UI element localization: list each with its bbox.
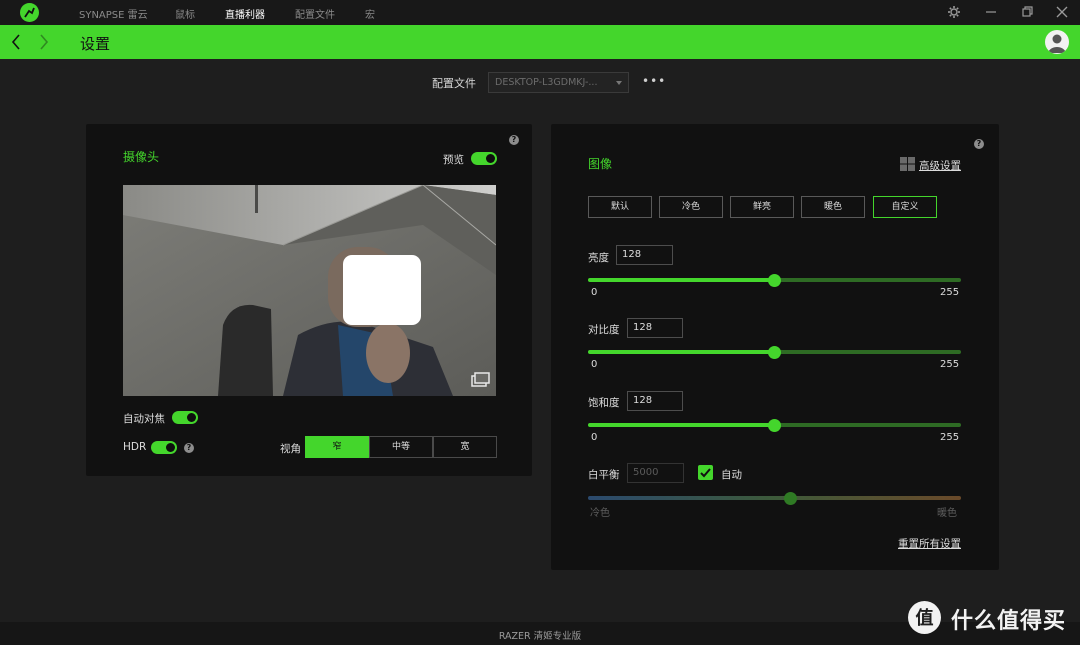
user-avatar-icon[interactable] (1045, 30, 1069, 54)
preset-cool[interactable]: 冷色 (659, 196, 723, 218)
autofocus-label: 自动对焦 (123, 413, 165, 425)
saturation-track[interactable] (774, 423, 961, 427)
white-balance-max: 暖色 (937, 508, 957, 519)
nav-tab-streaming[interactable]: 直播利器 (225, 6, 265, 21)
contrast-max: 255 (940, 359, 960, 370)
saturation-input[interactable]: 128 (627, 391, 683, 411)
razer-logo-icon (20, 3, 39, 22)
contrast-slider-thumb[interactable] (768, 346, 781, 359)
saturation-slider-thumb[interactable] (768, 419, 781, 432)
forward-arrow-icon[interactable] (38, 33, 50, 51)
saturation-label: 饱和度 (588, 397, 620, 409)
profile-dropdown[interactable]: DESKTOP-L3GDMKJ-... (488, 72, 629, 93)
nav-tab-synapse[interactable]: SYNAPSE 雷云 (79, 6, 148, 21)
restore-icon[interactable] (1020, 5, 1034, 19)
profile-dropdown-value: DESKTOP-L3GDMKJ-... (495, 77, 598, 88)
watermark-text: 什么值得买 (951, 609, 1067, 634)
camera-preview (123, 185, 496, 396)
brightness-track-filled (588, 278, 774, 282)
preset-warm[interactable]: 暖色 (801, 196, 865, 218)
more-options-button[interactable]: ••• (642, 75, 666, 87)
settings-gear-icon[interactable] (947, 5, 961, 19)
preview-toggle[interactable] (471, 152, 497, 165)
white-balance-auto-label: 自动 (721, 469, 742, 481)
advanced-settings-link[interactable]: 高级设置 (919, 158, 961, 173)
brightness-min: 0 (591, 287, 598, 298)
contrast-min: 0 (591, 359, 598, 370)
minimize-icon[interactable] (984, 5, 998, 19)
contrast-track-filled (588, 350, 774, 354)
white-balance-track (588, 496, 961, 500)
brightness-label: 亮度 (588, 252, 609, 264)
contrast-input[interactable]: 128 (627, 318, 683, 338)
checkmark-icon (700, 468, 711, 478)
brightness-input[interactable]: 128 (616, 245, 673, 265)
chevron-down-icon (616, 81, 622, 85)
image-help-icon[interactable]: ? (974, 139, 984, 149)
autofocus-toggle[interactable] (172, 411, 198, 424)
windows-icon (900, 157, 915, 171)
hdr-toggle[interactable] (151, 441, 177, 454)
page-header: 设置 (0, 25, 1080, 59)
white-balance-label: 白平衡 (588, 469, 620, 481)
saturation-max: 255 (940, 432, 960, 443)
preset-vivid[interactable]: 鲜亮 (730, 196, 794, 218)
fov-option-narrow[interactable]: 窄 (305, 436, 369, 458)
nav-tab-mouse[interactable]: 鼠标 (175, 6, 195, 21)
preview-label: 预览 (443, 154, 464, 166)
camera-help-icon[interactable]: ? (509, 135, 519, 145)
brightness-slider-thumb[interactable] (768, 274, 781, 287)
back-arrow-icon[interactable] (10, 33, 22, 51)
nav-tab-profiles[interactable]: 配置文件 (295, 6, 335, 21)
white-balance-input: 5000 (627, 463, 684, 483)
fov-label: 视角 (280, 443, 301, 455)
hdr-label: HDR (123, 441, 147, 453)
page-title: 设置 (80, 35, 111, 53)
privacy-mask (343, 255, 421, 325)
preset-custom[interactable]: 自定义 (873, 196, 937, 218)
nav-tab-macro[interactable]: 宏 (365, 6, 375, 21)
profile-label: 配置文件 (432, 77, 476, 90)
camera-title: 摄像头 (123, 150, 160, 164)
white-balance-min: 冷色 (590, 508, 610, 519)
camera-preview-image (123, 185, 496, 396)
saturation-track-filled (588, 423, 774, 427)
white-balance-auto-checkbox[interactable] (698, 465, 713, 480)
contrast-label: 对比度 (588, 324, 620, 336)
fov-option-wide[interactable]: 宽 (433, 436, 497, 458)
preset-default[interactable]: 默认 (588, 196, 652, 218)
contrast-track[interactable] (774, 350, 961, 354)
close-icon[interactable] (1055, 5, 1069, 19)
svg-text:值: 值 (916, 607, 934, 629)
fov-option-medium[interactable]: 中等 (369, 436, 433, 458)
white-balance-slider-thumb (784, 492, 797, 505)
brightness-max: 255 (940, 287, 960, 298)
hdr-help-icon[interactable]: ? (184, 443, 194, 453)
title-bar: SYNAPSE 雷云 鼠标 直播利器 配置文件 宏 (0, 0, 1080, 25)
brightness-track[interactable] (774, 278, 961, 282)
watermark: 值 什么值得买 (908, 600, 1073, 634)
reset-all-settings-link[interactable]: 重置所有设置 (898, 536, 961, 551)
watermark-logo-icon: 值 (908, 601, 941, 634)
saturation-min: 0 (591, 432, 598, 443)
image-title: 图像 (588, 157, 613, 171)
